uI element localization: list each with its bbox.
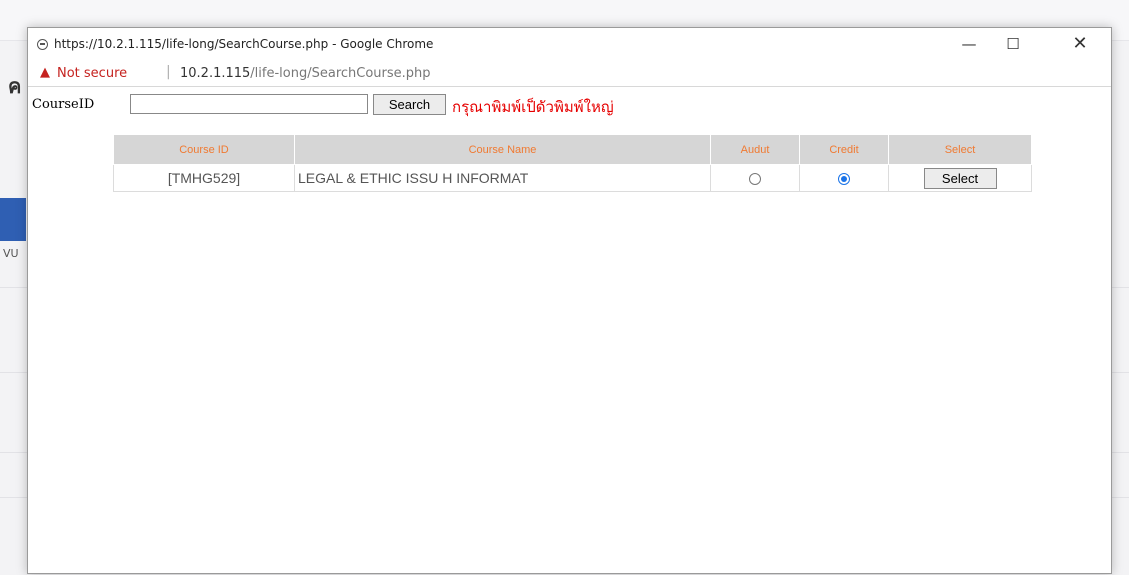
course-id-label: CourseID: [32, 97, 95, 112]
window-title: https://10.2.1.115/life-long/SearchCours…: [54, 37, 434, 51]
cell-credit: [799, 164, 889, 192]
url-text[interactable]: 10.2.1.115/life-long/SearchCourse.php: [180, 66, 431, 81]
cell-course-name: LEGAL & ETHIC ISSU H INFORMAT: [294, 164, 711, 192]
header-select: Select: [888, 134, 1032, 165]
credit-radio[interactable]: [838, 173, 850, 186]
background-logo-glyph: ค: [8, 74, 22, 98]
address-bar[interactable]: ▲ Not secure | 10.2.1.115/life-long/Sear…: [28, 60, 1111, 87]
site-globe-icon: [37, 39, 48, 50]
popup-window: https://10.2.1.115/life-long/SearchCours…: [27, 27, 1112, 574]
title-bar[interactable]: https://10.2.1.115/life-long/SearchCours…: [28, 28, 1111, 60]
header-course-name: Course Name: [294, 134, 711, 165]
url-path: /life-long/SearchCourse.php: [250, 66, 431, 81]
table-row: [TMHG529] LEGAL & ETHIC ISSU H INFORMAT …: [113, 164, 1032, 192]
header-credit: Credit: [799, 134, 889, 165]
table-header-row: Course ID Course Name Audut Credit Selec…: [113, 134, 1032, 165]
url-host: 10.2.1.115: [180, 66, 251, 81]
background-blue-bar: [0, 198, 26, 241]
not-secure-label[interactable]: Not secure: [57, 66, 127, 81]
maximize-button[interactable]: ☐: [991, 28, 1035, 60]
audit-radio[interactable]: [749, 173, 761, 186]
uppercase-hint: กรุณาพิมพ์เป็ดัวพิมพ์ใหญ่: [452, 98, 614, 116]
header-audit: Audut: [710, 134, 800, 165]
close-button[interactable]: ✕: [1058, 28, 1102, 60]
minimize-button[interactable]: —: [947, 28, 991, 60]
select-button[interactable]: Select: [923, 167, 997, 189]
course-table: Course ID Course Name Audut Credit Selec…: [113, 134, 1032, 192]
warning-triangle-icon[interactable]: ▲: [40, 65, 50, 80]
header-course-id: Course ID: [113, 134, 295, 165]
cell-course-id: [TMHG529]: [113, 164, 295, 192]
cell-select: Select: [888, 164, 1032, 192]
address-separator: |: [166, 64, 171, 80]
search-button[interactable]: Search: [373, 94, 446, 115]
background-side-text: VU: [3, 247, 19, 260]
course-id-input[interactable]: [130, 94, 368, 114]
cell-audit: [710, 164, 800, 192]
